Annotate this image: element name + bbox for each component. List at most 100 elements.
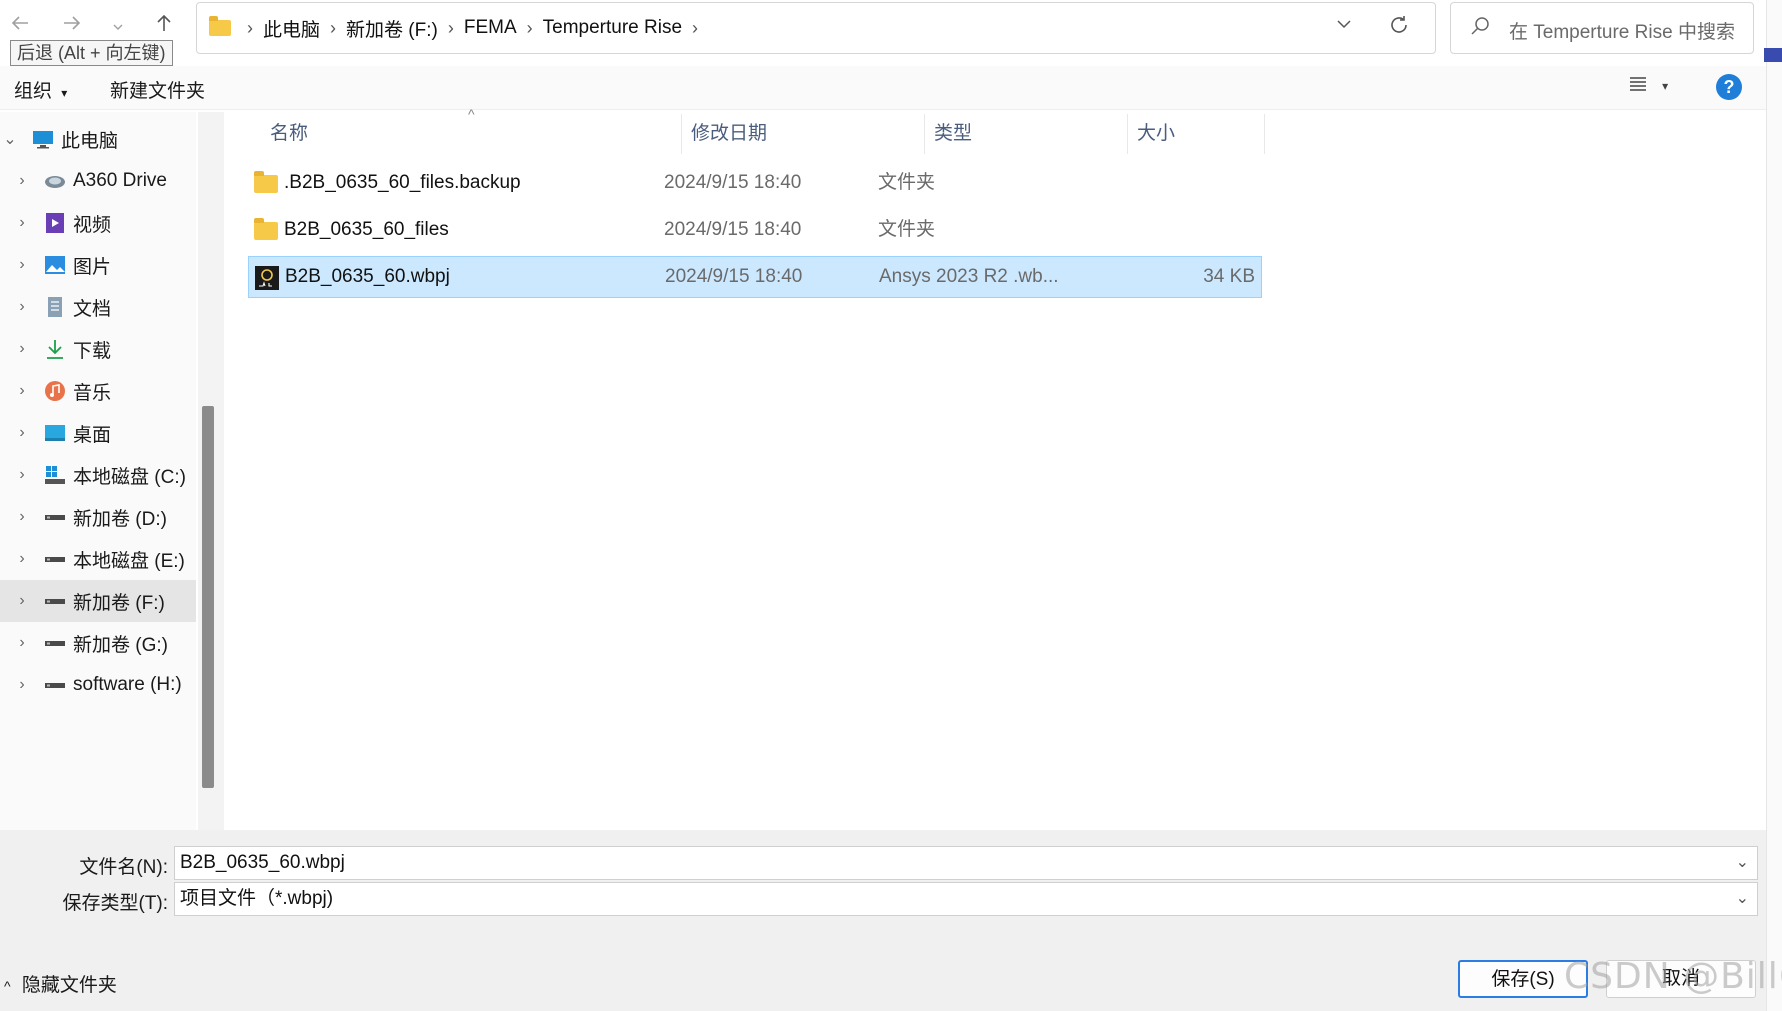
chevron-right-icon[interactable]: › bbox=[14, 172, 30, 190]
sidebar-item-drive-h[interactable]: › software (H:) bbox=[0, 664, 196, 706]
window-edge bbox=[1766, 0, 1782, 1011]
chevron-right-icon[interactable]: › bbox=[14, 676, 30, 694]
folder-icon bbox=[254, 218, 278, 240]
organize-menu[interactable]: 组织 ▾ bbox=[14, 76, 67, 103]
sidebar-item-a360-drive[interactable]: › A360 Drive bbox=[0, 160, 196, 202]
file-type: 文件夹 bbox=[878, 172, 936, 193]
filename-value: B2B_0635_60.wbpj bbox=[180, 852, 345, 873]
file-date: 2024/9/15 18:40 bbox=[665, 266, 803, 287]
sidebar-item-label: 新加卷 (D:) bbox=[73, 508, 167, 530]
column-header-type[interactable]: 类型 bbox=[926, 114, 1128, 154]
sidebar-item-drive-g[interactable]: › 新加卷 (G:) bbox=[0, 622, 196, 664]
chevron-right-icon[interactable]: › bbox=[330, 18, 336, 39]
chevron-right-icon[interactable]: › bbox=[14, 340, 30, 358]
sidebar-item-music[interactable]: › 音乐 bbox=[0, 370, 196, 412]
cloud-drive-icon bbox=[45, 176, 65, 188]
back-button[interactable] bbox=[6, 12, 34, 40]
chevron-right-icon[interactable]: › bbox=[527, 18, 533, 39]
windows-drive-icon bbox=[45, 466, 65, 484]
filename-field[interactable]: B2B_0635_60.wbpj ⌄ bbox=[174, 846, 1758, 880]
list-view-icon bbox=[1630, 77, 1646, 91]
chevron-right-icon[interactable]: › bbox=[14, 298, 30, 316]
sidebar-item-label: 新加卷 (F:) bbox=[73, 592, 165, 614]
chevron-down-icon[interactable]: ⌄ bbox=[2, 129, 18, 149]
chevron-right-icon[interactable]: › bbox=[14, 550, 30, 568]
up-button[interactable] bbox=[150, 12, 178, 40]
chevron-right-icon[interactable]: › bbox=[14, 634, 30, 652]
sidebar-item-drive-f[interactable]: › 新加卷 (F:) bbox=[0, 580, 196, 622]
chevron-down-icon bbox=[1337, 20, 1351, 29]
breadcrumb-item[interactable]: 此电脑 bbox=[263, 15, 320, 42]
column-header-name[interactable]: 名称 bbox=[262, 114, 682, 154]
file-row[interactable]: B2B_0635_60_files 2024/9/15 18:40 文件夹 bbox=[248, 209, 1262, 251]
view-options-button[interactable]: ▾ bbox=[1628, 74, 1668, 100]
picture-icon bbox=[45, 256, 65, 274]
chevron-right-icon[interactable]: › bbox=[14, 424, 30, 442]
sidebar-item-documents[interactable]: › 文档 bbox=[0, 286, 196, 328]
filetype-select[interactable]: 项目文件（*.wbpj) ⌄ bbox=[174, 882, 1758, 916]
sidebar-item-drive-c[interactable]: › 本地磁盘 (C:) bbox=[0, 454, 196, 496]
breadcrumb-item[interactable]: FEMA bbox=[464, 17, 517, 39]
address-bar[interactable]: › 此电脑 › 新加卷 (F:) › FEMA › Temperture Ris… bbox=[196, 2, 1436, 54]
sidebar-item-drive-d[interactable]: › 新加卷 (D:) bbox=[0, 496, 196, 538]
filename-label: 文件名(N): bbox=[79, 857, 168, 878]
sidebar-item-label: 文档 bbox=[73, 298, 112, 320]
back-tooltip: 后退 (Alt + 向左键) bbox=[10, 40, 173, 66]
hide-folders-toggle[interactable]: ^ 隐藏文件夹 bbox=[4, 970, 117, 997]
file-row[interactable]: .B2B_0635_60_files.backup 2024/9/15 18:4… bbox=[248, 162, 1262, 204]
sidebar-item-drive-e[interactable]: › 本地磁盘 (E:) bbox=[0, 538, 196, 580]
file-type: Ansys 2023 R2 .wb... bbox=[879, 266, 1059, 287]
sidebar-item-label: 新加卷 (G:) bbox=[73, 634, 168, 656]
new-folder-button[interactable]: 新建文件夹 bbox=[110, 76, 205, 103]
file-name: B2B_0635_60_files bbox=[284, 219, 449, 240]
chevron-right-icon[interactable]: › bbox=[14, 256, 30, 274]
command-bar: 组织 ▾ 新建文件夹 ▾ ? bbox=[0, 66, 1766, 110]
refresh-icon bbox=[1391, 16, 1407, 33]
sidebar-item-label: 本地磁盘 (E:) bbox=[73, 550, 185, 572]
sidebar-item-label: 音乐 bbox=[73, 382, 112, 404]
chevron-down-icon[interactable]: ⌄ bbox=[1736, 883, 1749, 915]
breadcrumb-item[interactable]: 新加卷 (F:) bbox=[346, 15, 438, 42]
chevron-right-icon[interactable]: › bbox=[448, 18, 454, 39]
chevron-right-icon[interactable]: › bbox=[692, 18, 698, 39]
help-button[interactable]: ? bbox=[1716, 74, 1742, 100]
music-icon bbox=[45, 381, 65, 401]
organize-label: 组织 bbox=[14, 81, 53, 102]
drive-icon bbox=[45, 641, 65, 646]
column-header-date[interactable]: 修改日期 bbox=[683, 114, 925, 154]
chevron-right-icon[interactable]: › bbox=[14, 508, 30, 526]
caret-down-icon: ▾ bbox=[1662, 79, 1669, 93]
chevron-right-icon[interactable]: › bbox=[14, 466, 30, 484]
monitor-icon bbox=[33, 131, 53, 149]
address-history-button[interactable] bbox=[1335, 15, 1353, 39]
chevron-down-icon bbox=[113, 24, 123, 30]
chevron-right-icon[interactable]: › bbox=[14, 214, 30, 232]
file-list: ^ 名称 修改日期 类型 大小 .B2B_0635_60_files.backu… bbox=[226, 106, 1766, 830]
sidebar-item-downloads[interactable]: › 下载 bbox=[0, 328, 196, 370]
sidebar-item-desktop[interactable]: › 桌面 bbox=[0, 412, 196, 454]
file-row[interactable]: B2B_0635_60.wbpj 2024/9/15 18:40 Ansys 2… bbox=[248, 256, 1262, 298]
recent-locations-button[interactable] bbox=[104, 14, 132, 42]
chevron-right-icon: › bbox=[247, 17, 253, 38]
sidebar-item-label: 本地磁盘 (C:) bbox=[73, 466, 186, 488]
forward-button[interactable] bbox=[58, 12, 86, 40]
workbench-file-icon bbox=[255, 266, 279, 290]
drive-icon bbox=[45, 557, 65, 562]
sidebar-item-videos[interactable]: › 视频 bbox=[0, 202, 196, 244]
navigation-bar: 后退 (Alt + 向左键) › 此电脑 › 新加卷 (F:) › FEMA ›… bbox=[0, 0, 1782, 66]
watermark: CSDN @Bill66 bbox=[1564, 956, 1782, 997]
sidebar-item-this-pc[interactable]: ⌄ 此电脑 bbox=[0, 118, 196, 160]
filetype-value: 项目文件（*.wbpj) bbox=[180, 888, 334, 909]
chevron-right-icon[interactable]: › bbox=[14, 592, 30, 610]
column-header-size[interactable]: 大小 bbox=[1129, 114, 1265, 154]
navigation-scrollbar-thumb[interactable] bbox=[202, 406, 214, 788]
arrow-right-icon bbox=[64, 16, 81, 30]
chevron-right-icon[interactable]: › bbox=[14, 382, 30, 400]
sidebar-item-label: A360 Drive bbox=[73, 170, 167, 191]
sidebar-item-pictures[interactable]: › 图片 bbox=[0, 244, 196, 286]
chevron-down-icon[interactable]: ⌄ bbox=[1736, 847, 1749, 879]
refresh-button[interactable] bbox=[1387, 13, 1411, 44]
breadcrumb-item[interactable]: Temperture Rise bbox=[543, 17, 682, 39]
file-type: 文件夹 bbox=[878, 219, 936, 240]
search-input[interactable]: 在 Temperture Rise 中搜索 bbox=[1450, 2, 1754, 54]
